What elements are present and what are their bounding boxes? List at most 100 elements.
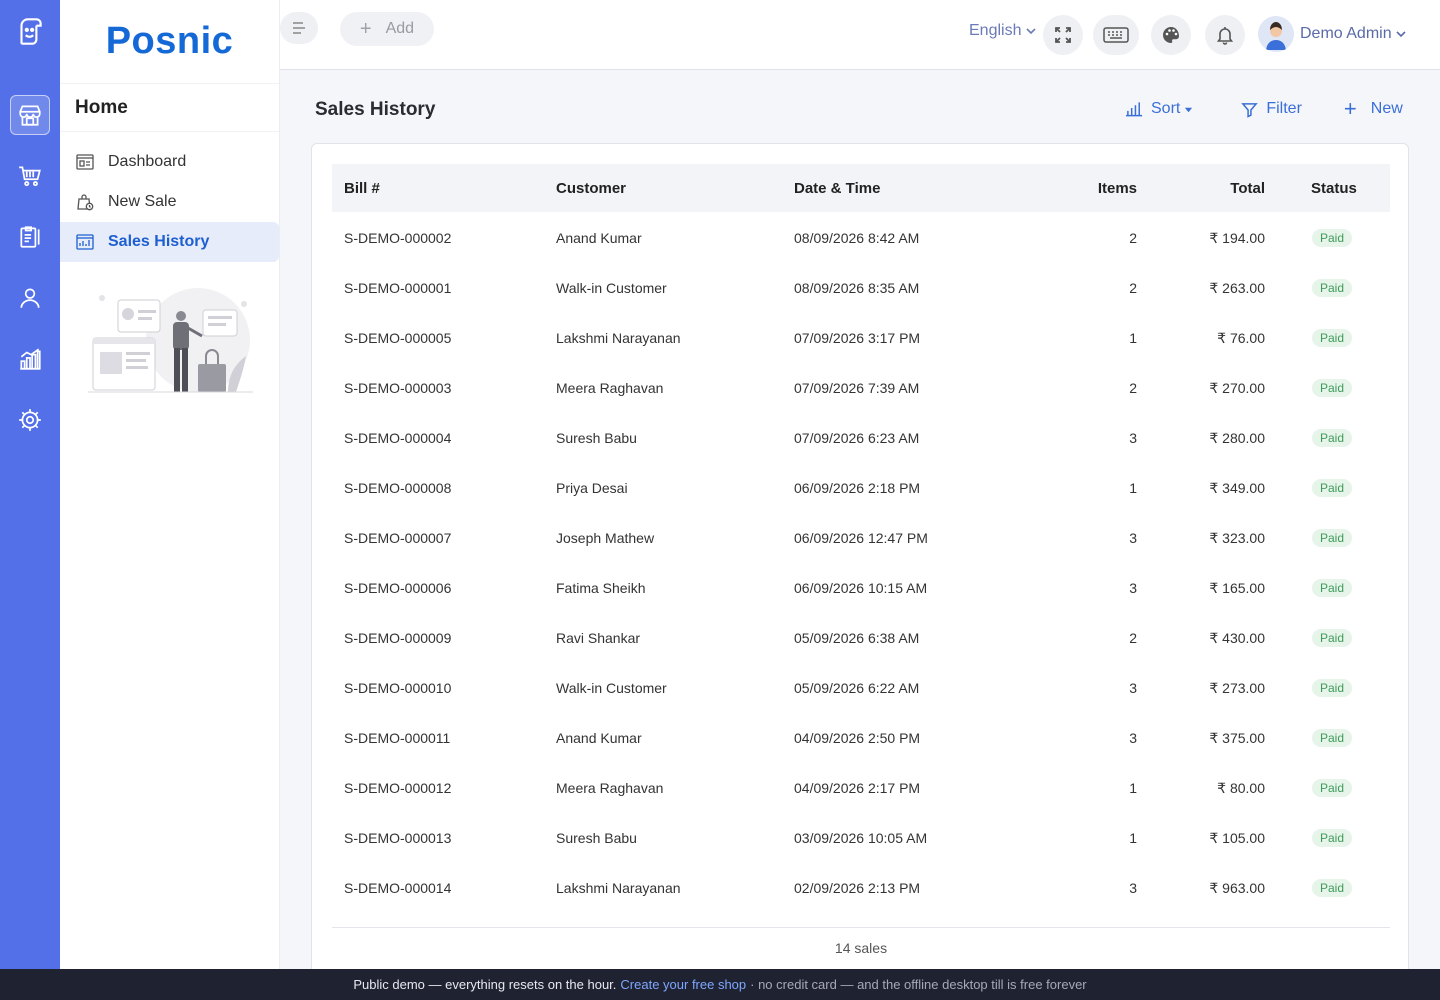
- notifications-button[interactable]: [1205, 15, 1245, 55]
- cell-total: ₹ 375.00: [1209, 729, 1265, 746]
- table-row[interactable]: S-DEMO-000014 Lakshmi Narayanan 02/09/20…: [332, 863, 1390, 913]
- plus-icon: +: [1343, 96, 1357, 121]
- cell-total: ₹ 270.00: [1209, 379, 1265, 396]
- sort-label: Sort: [1151, 100, 1181, 117]
- table-row[interactable]: S-DEMO-000013 Suresh Babu 03/09/2026 10:…: [332, 813, 1390, 863]
- menu-toggle-button[interactable]: [280, 12, 318, 44]
- cell-date: 06/09/2026 10:15 AM: [794, 580, 928, 596]
- table-row[interactable]: S-DEMO-000010 Walk-in Customer 05/09/202…: [332, 663, 1390, 713]
- cell-date: 04/09/2026 2:17 PM: [794, 780, 921, 796]
- cell-customer: Suresh Babu: [556, 430, 637, 446]
- cell-bill: S-DEMO-000006: [344, 580, 452, 596]
- table-row[interactable]: S-DEMO-000011 Anand Kumar 04/09/2026 2:5…: [332, 713, 1390, 763]
- cell-customer: Fatima Sheikh: [556, 580, 646, 596]
- cell-items: 1: [1129, 830, 1137, 846]
- new-button[interactable]: + New: [1343, 96, 1403, 121]
- cell-bill: S-DEMO-000001: [344, 280, 452, 296]
- filter-label: Filter: [1266, 100, 1302, 117]
- status-badge: Paid: [1312, 829, 1353, 847]
- user-icon[interactable]: [10, 278, 50, 318]
- cell-items: 1: [1129, 480, 1137, 496]
- column-header-customer[interactable]: Customer: [556, 180, 626, 197]
- bag-icon: [75, 192, 95, 212]
- table-row[interactable]: S-DEMO-000007 Joseph Mathew 06/09/2026 1…: [332, 513, 1390, 563]
- cell-items: 2: [1129, 230, 1137, 246]
- top-bar: + Add English Demo Admin: [280, 0, 1440, 70]
- table-row[interactable]: S-DEMO-000008 Priya Desai 06/09/2026 2:1…: [332, 463, 1390, 513]
- table-header: Bill # Customer Date & Time Items Total …: [332, 164, 1390, 212]
- gear-icon[interactable]: [10, 400, 50, 440]
- cell-customer: Anand Kumar: [556, 230, 642, 246]
- cell-bill: S-DEMO-000010: [344, 680, 452, 696]
- user-menu[interactable]: Demo Admin: [1258, 16, 1407, 52]
- column-header-bill[interactable]: Bill #: [344, 180, 380, 197]
- brand-logo[interactable]: Posnic: [60, 0, 279, 84]
- fullscreen-icon: [1055, 27, 1071, 43]
- keyboard-button[interactable]: [1093, 15, 1139, 55]
- app-rail: [0, 0, 60, 969]
- table-row[interactable]: S-DEMO-000006 Fatima Sheikh 06/09/2026 1…: [332, 563, 1390, 613]
- cell-customer: Ravi Shankar: [556, 630, 641, 646]
- filter-button[interactable]: Filter: [1241, 100, 1302, 118]
- language-label: English: [969, 22, 1022, 39]
- add-button[interactable]: + Add: [340, 12, 434, 46]
- status-badge: Paid: [1312, 529, 1353, 547]
- table-row[interactable]: S-DEMO-000009 Ravi Shankar 05/09/2026 6:…: [332, 613, 1390, 663]
- status-badge: Paid: [1312, 779, 1353, 797]
- cell-date: 05/09/2026 6:38 AM: [794, 630, 920, 646]
- language-select[interactable]: English: [969, 22, 1037, 40]
- sort-button[interactable]: Sort: [1126, 100, 1201, 118]
- cell-date: 08/09/2026 8:42 AM: [794, 230, 920, 246]
- chart-icon[interactable]: [10, 339, 50, 379]
- clipboard-icon[interactable]: [10, 217, 50, 257]
- cell-date: 07/09/2026 7:39 AM: [794, 380, 920, 396]
- cell-bill: S-DEMO-000004: [344, 430, 452, 446]
- avatar-icon: [1258, 16, 1294, 52]
- cell-total: ₹ 963.00: [1209, 879, 1265, 896]
- sidebar-item-new-sale[interactable]: New Sale: [60, 182, 279, 222]
- column-header-status[interactable]: Status: [1311, 180, 1357, 197]
- status-badge: Paid: [1312, 329, 1353, 347]
- fullscreen-button[interactable]: [1043, 15, 1083, 55]
- report-icon: [75, 232, 95, 252]
- cell-customer: Walk-in Customer: [556, 680, 667, 696]
- menu-lines-icon: [293, 22, 305, 34]
- cell-bill: S-DEMO-000003: [344, 380, 452, 396]
- cell-total: ₹ 80.00: [1217, 779, 1265, 796]
- table-row[interactable]: S-DEMO-000002 Anand Kumar 08/09/2026 8:4…: [332, 213, 1390, 263]
- column-header-items[interactable]: Items: [1098, 180, 1137, 197]
- side-panel: Posnic Home Dashboard New Sale Sales His…: [60, 0, 280, 969]
- plus-icon: +: [359, 17, 372, 40]
- status-badge: Paid: [1312, 379, 1353, 397]
- table-row[interactable]: S-DEMO-000005 Lakshmi Narayanan 07/09/20…: [332, 313, 1390, 363]
- status-badge: Paid: [1312, 479, 1353, 497]
- app-logo-icon[interactable]: [10, 12, 50, 52]
- theme-button[interactable]: [1151, 15, 1191, 55]
- column-header-total[interactable]: Total: [1230, 180, 1265, 197]
- sidebar-item-label: Sales History: [108, 233, 210, 250]
- status-badge: Paid: [1312, 729, 1353, 747]
- sidebar-item-dashboard[interactable]: Dashboard: [60, 142, 279, 182]
- cell-customer: Lakshmi Narayanan: [556, 880, 681, 896]
- sales-table-card: Bill # Customer Date & Time Items Total …: [311, 143, 1409, 983]
- store-icon[interactable]: [10, 95, 50, 135]
- table-footer: 14 sales: [332, 927, 1390, 967]
- cell-bill: S-DEMO-000013: [344, 830, 452, 846]
- cell-total: ₹ 105.00: [1209, 829, 1265, 846]
- sidebar-section-title: Home: [60, 84, 279, 132]
- column-header-date[interactable]: Date & Time: [794, 180, 880, 197]
- table-row[interactable]: S-DEMO-000012 Meera Raghavan 04/09/2026 …: [332, 763, 1390, 813]
- cell-total: ₹ 273.00: [1209, 679, 1265, 696]
- table-row[interactable]: S-DEMO-000001 Walk-in Customer 08/09/202…: [332, 263, 1390, 313]
- sidebar-item-sales-history[interactable]: Sales History: [60, 222, 279, 262]
- table-row[interactable]: S-DEMO-000003 Meera Raghavan 07/09/2026 …: [332, 363, 1390, 413]
- page-title: Sales History: [315, 99, 436, 120]
- table-row[interactable]: S-DEMO-000004 Suresh Babu 07/09/2026 6:2…: [332, 413, 1390, 463]
- create-shop-link[interactable]: Create your free shop: [620, 977, 746, 992]
- cart-icon[interactable]: [10, 156, 50, 196]
- status-badge: Paid: [1312, 879, 1353, 897]
- cell-date: 08/09/2026 8:35 AM: [794, 280, 920, 296]
- status-badge: Paid: [1312, 429, 1353, 447]
- cell-items: 3: [1129, 730, 1137, 746]
- caret-down-icon: [1185, 107, 1193, 112]
